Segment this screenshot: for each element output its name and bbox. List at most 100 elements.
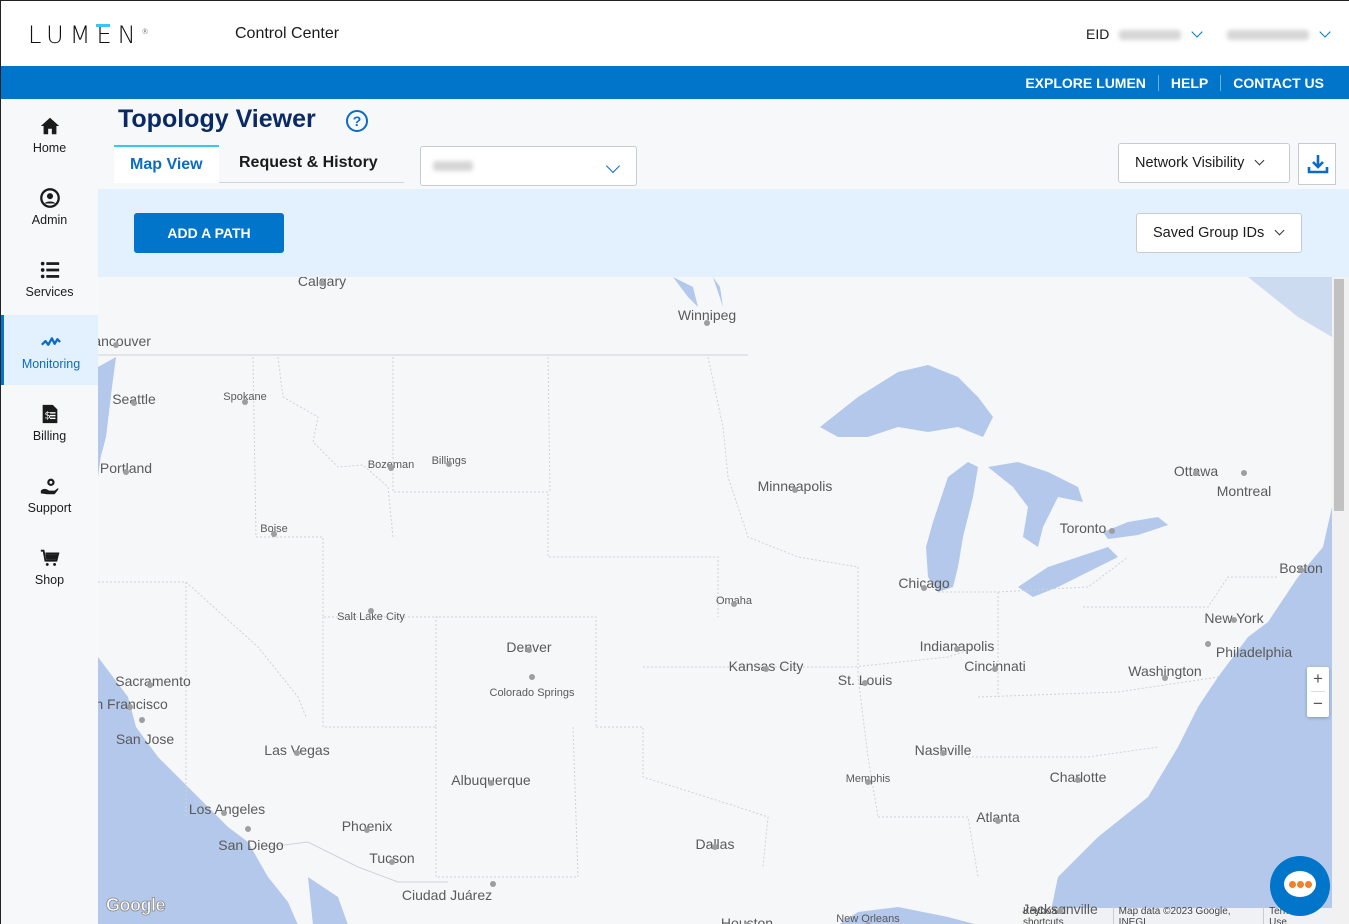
pulse-icon bbox=[41, 337, 61, 346]
google-logo: Google bbox=[106, 895, 166, 916]
vertical-scrollbar[interactable] bbox=[1332, 277, 1349, 924]
map-city-marker bbox=[131, 400, 137, 406]
map-city-marker bbox=[139, 717, 145, 723]
sidebar-item-label: Billing bbox=[32, 429, 67, 443]
zoom-in-button[interactable]: + bbox=[1307, 667, 1329, 691]
map-city-marker bbox=[1075, 777, 1081, 783]
explore-lumen-link[interactable]: EXPLORE LUMEN bbox=[1025, 75, 1146, 91]
map-city-marker bbox=[921, 585, 927, 591]
sidebar-nav: Home Admin Services Monitoring $ Billing… bbox=[1, 99, 98, 924]
map-data-text: Map data ©2023 Google, INEGI bbox=[1112, 905, 1263, 924]
tab-request-history[interactable]: Request & History bbox=[223, 145, 394, 183]
map-city-marker bbox=[792, 487, 798, 493]
map-city-label: Toronto bbox=[1059, 520, 1107, 536]
app-title: Control Center bbox=[235, 25, 340, 42]
tab-map-view[interactable]: Map View bbox=[114, 145, 219, 183]
map-city-marker bbox=[1298, 567, 1304, 573]
add-a-path-button[interactable]: ADD A PATH bbox=[134, 213, 284, 253]
network-visibility-dropdown[interactable]: Network Visibility bbox=[1118, 143, 1290, 183]
map-city-marker bbox=[364, 827, 370, 833]
eid-label: EID bbox=[1086, 26, 1110, 42]
sidebar-item-billing[interactable]: $ Billing bbox=[1, 387, 98, 457]
map-city-marker bbox=[1109, 528, 1115, 534]
map-city-label: Philadelphia bbox=[1215, 644, 1293, 660]
scrollbar-thumb[interactable] bbox=[1334, 279, 1344, 511]
id-dropdown[interactable] bbox=[420, 146, 637, 186]
lumen-logo[interactable]: LUME N® bbox=[28, 21, 149, 49]
user-circle-icon bbox=[39, 188, 60, 208]
home-icon bbox=[40, 117, 59, 135]
map-city-marker bbox=[294, 750, 300, 756]
map-city-marker bbox=[992, 666, 998, 672]
map-city-marker bbox=[319, 280, 325, 286]
sidebar-item-label: Support bbox=[27, 501, 72, 515]
map-city-marker bbox=[221, 810, 227, 816]
map-city-marker bbox=[271, 531, 277, 537]
map-city-marker bbox=[123, 469, 129, 475]
selected-id-redacted bbox=[433, 161, 473, 171]
view-tabs: Map View Request & History bbox=[114, 145, 404, 183]
map-city-label: Colorado Springs bbox=[489, 687, 575, 699]
help-link[interactable]: HELP bbox=[1171, 75, 1208, 91]
chevron-down-icon bbox=[1274, 225, 1285, 236]
map-city-marker bbox=[1057, 908, 1063, 914]
map-city-marker bbox=[446, 461, 452, 467]
chevron-down-icon bbox=[1319, 26, 1331, 38]
map-city-marker bbox=[242, 399, 248, 405]
map-city-marker bbox=[488, 780, 494, 786]
map-city-marker bbox=[1193, 470, 1199, 476]
sidebar-item-services[interactable]: Services bbox=[1, 243, 98, 313]
saved-group-ids-dropdown[interactable]: Saved Group IDs bbox=[1136, 213, 1302, 253]
user-name-redacted[interactable] bbox=[1227, 30, 1310, 41]
sidebar-item-admin[interactable]: Admin bbox=[1, 171, 98, 241]
divider bbox=[1157, 75, 1159, 91]
map-city-marker bbox=[954, 646, 960, 652]
map-city-marker bbox=[1162, 675, 1168, 681]
chat-button[interactable] bbox=[1270, 856, 1330, 916]
sidebar-item-label: Shop bbox=[34, 573, 65, 587]
map-city-marker bbox=[712, 844, 718, 850]
map-city-marker bbox=[113, 342, 119, 348]
map-city-marker bbox=[529, 674, 535, 680]
eid-value-redacted bbox=[1119, 30, 1182, 41]
utility-links: EXPLORE LUMEN HELP CONTACT US bbox=[1025, 75, 1324, 91]
svg-text:$: $ bbox=[44, 411, 50, 422]
chevron-down-icon bbox=[605, 158, 621, 174]
map-city-marker bbox=[862, 680, 868, 686]
contact-us-link[interactable]: CONTACT US bbox=[1233, 75, 1324, 91]
eid-selector[interactable]: EID bbox=[1086, 26, 1331, 42]
sidebar-item-home[interactable]: Home bbox=[1, 99, 98, 169]
support-hand-icon bbox=[40, 478, 58, 495]
map-city-marker bbox=[368, 608, 374, 614]
map-canvas[interactable]: + − Google Keyboard shortcuts Map data ©… bbox=[98, 277, 1332, 924]
sidebar-item-label: Home bbox=[32, 141, 67, 155]
sidebar-item-monitoring[interactable]: Monitoring bbox=[1, 315, 98, 385]
map-city-label: Ciudad Juárez bbox=[401, 887, 493, 903]
map-city-label: Montreal bbox=[1216, 483, 1272, 499]
map-city-marker bbox=[1231, 617, 1237, 623]
map-city-label: Los Angeles bbox=[188, 801, 266, 817]
map-city-marker bbox=[731, 601, 737, 607]
download-icon bbox=[1307, 155, 1329, 174]
sidebar-item-label: Monitoring bbox=[21, 357, 81, 371]
sidebar-item-label: Services bbox=[25, 285, 74, 299]
help-icon[interactable]: ? bbox=[346, 110, 368, 132]
map-city-label: San Jose bbox=[115, 731, 175, 747]
invoice-icon: $ bbox=[42, 404, 57, 424]
sidebar-item-support[interactable]: Support bbox=[1, 459, 98, 529]
page-title: Topology Viewer bbox=[118, 105, 316, 133]
download-button[interactable] bbox=[1298, 143, 1336, 185]
sidebar-item-shop[interactable]: Shop bbox=[1, 531, 98, 601]
map-city-label: Vancouver bbox=[98, 333, 151, 349]
chevron-down-icon bbox=[1191, 26, 1203, 38]
sidebar-item-label: Admin bbox=[31, 213, 68, 227]
cart-icon bbox=[40, 549, 59, 566]
zoom-out-button[interactable]: − bbox=[1307, 692, 1329, 716]
map-city-marker bbox=[1241, 470, 1247, 476]
network-visibility-label: Network Visibility bbox=[1135, 155, 1245, 171]
map-city-marker bbox=[389, 859, 395, 865]
map-zoom-control: + − bbox=[1307, 667, 1329, 717]
map-city-marker bbox=[245, 826, 251, 832]
top-header: LUME N® Control Center EID bbox=[1, 1, 1349, 66]
map-city-marker bbox=[704, 320, 710, 326]
